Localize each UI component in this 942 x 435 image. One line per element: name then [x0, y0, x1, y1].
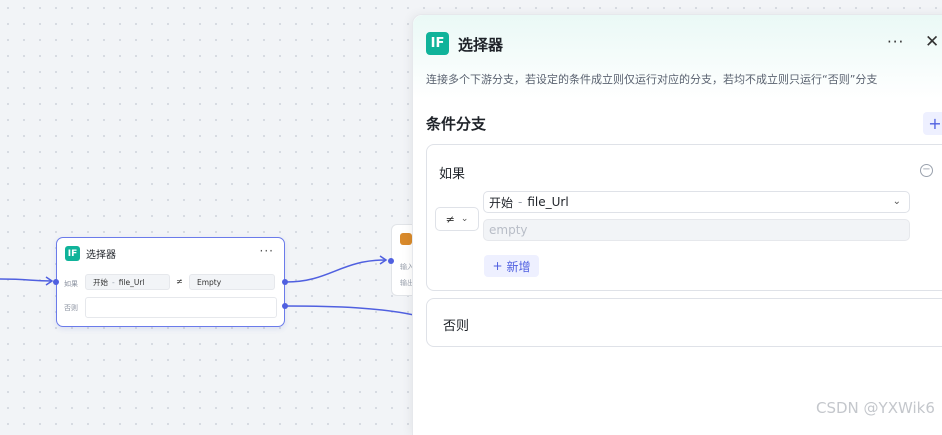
panel-title: 选择器: [458, 36, 504, 54]
panel-description: 连接多个下游分支，若设定的条件成立则仅运行对应的分支，若均不成立则只运行“否则”…: [426, 73, 878, 86]
node-operator: ≠: [176, 277, 183, 286]
node-condition-variable: 开始 - file_Url: [85, 274, 170, 290]
if-label: 如果: [439, 167, 466, 182]
if-icon: IF: [65, 246, 80, 261]
variable-name: file_Url: [527, 195, 569, 209]
add-condition-label: 新增: [506, 259, 531, 274]
next-node-input-port[interactable]: [388, 258, 394, 264]
watermark: CSDN @YXWik6: [816, 399, 935, 417]
more-icon[interactable]: ···: [887, 33, 904, 51]
value-input[interactable]: empty: [483, 219, 910, 241]
else-label: 否则: [443, 319, 470, 334]
node-value-text: Empty: [197, 277, 222, 287]
add-condition-button[interactable]: + 新增: [484, 255, 539, 277]
variable-source: 开始: [489, 195, 514, 210]
more-icon[interactable]: ···: [260, 244, 274, 258]
else-branch-card: 否则: [426, 298, 942, 347]
variable-separator: -: [518, 195, 523, 209]
node-var-source: 开始: [93, 277, 108, 287]
chevron-down-icon: ⌄: [892, 196, 901, 207]
variable-select[interactable]: 开始 - file_Url ⌄: [483, 191, 910, 213]
remove-branch-icon[interactable]: −: [920, 164, 933, 177]
plus-icon: +: [492, 259, 503, 273]
if-icon: IF: [426, 32, 449, 55]
add-branch-button[interactable]: +: [923, 112, 942, 135]
node-condition-value: Empty: [189, 274, 275, 290]
wire-else-branch: [285, 305, 415, 316]
node-else-label: 否则: [64, 304, 78, 312]
chevron-down-icon: ⌄: [460, 214, 469, 224]
node-config-panel: IF 选择器 ··· ✕ 连接多个下游分支，若设定的条件成立则仅运行对应的分支，…: [412, 14, 942, 435]
close-icon[interactable]: ✕: [925, 32, 939, 52]
node-if-label: 如果: [64, 280, 78, 288]
node-var-name: file_Url: [118, 277, 145, 287]
selector-node[interactable]: IF 选择器 ··· 如果 开始 - file_Url ≠ Empty 否则: [53, 237, 288, 327]
node-type-icon: [400, 233, 412, 245]
operator-select[interactable]: ≠ ⌄: [435, 207, 479, 231]
else-output-port[interactable]: [282, 303, 288, 309]
section-title: 条件分支: [426, 115, 487, 133]
node-else-slot: [85, 297, 277, 318]
if-output-port[interactable]: [282, 279, 288, 285]
wire-incoming: [0, 278, 53, 282]
node-var-separator: -: [112, 277, 115, 287]
node-title: 选择器: [86, 250, 116, 261]
node-header: IF 选择器: [65, 246, 116, 261]
if-branch-card: 如果 − ≠ ⌄ 开始 - file_Url ⌄ empty + 新增: [426, 144, 942, 291]
input-port[interactable]: [53, 279, 59, 285]
wire-if-branch: [285, 259, 387, 283]
operator-value: ≠: [445, 212, 455, 226]
